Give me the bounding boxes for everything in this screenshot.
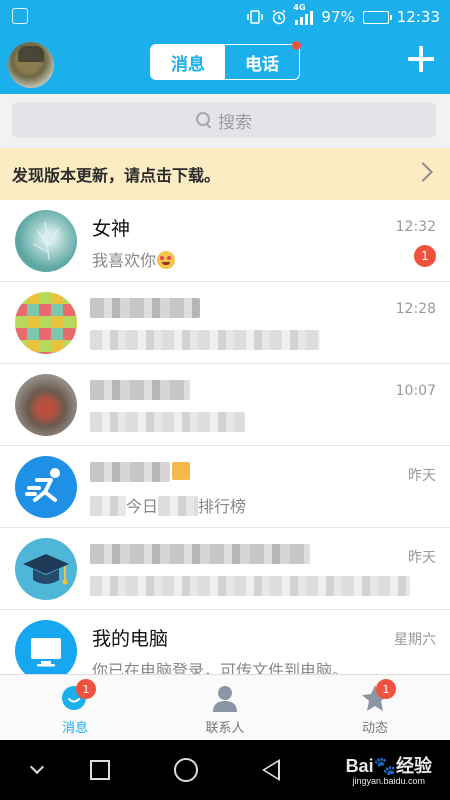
conversation-preview (90, 412, 245, 432)
graduation-cap-icon (23, 554, 69, 585)
tab-calls[interactable]: 电话 (225, 41, 301, 79)
conversation-preview: 我喜欢你 (92, 247, 176, 271)
conversation-preview (90, 330, 320, 350)
vip-icon (172, 462, 190, 480)
conversation-time: 12:28 (395, 301, 436, 317)
alarm-icon (271, 9, 287, 25)
conversation-name (90, 298, 200, 318)
conversation-name: 我的电脑 (92, 628, 169, 650)
unread-badge: 1 (414, 245, 436, 267)
plus-icon[interactable] (408, 46, 434, 72)
conversation-name (90, 544, 310, 564)
contacts-person-icon (213, 686, 237, 712)
clock: 12:33 (396, 8, 440, 26)
bottom-tab-bar: 1 消息 联系人 1 动态 (0, 674, 450, 740)
paw-icon: 🐾 (373, 756, 396, 776)
computer-monitor-icon (31, 638, 61, 667)
conversation-time: 12:32 (395, 219, 436, 235)
watermark-brand-tail: 经验 (396, 756, 432, 776)
conversation-row[interactable]: 今日 排行榜 昨天 (0, 446, 450, 528)
avatar (15, 374, 77, 436)
signal-icon: 4G (293, 3, 314, 25)
status-bar: 4G 97% 12:33 (0, 0, 450, 34)
battery-percent: 97% (321, 8, 355, 26)
conversation-list: 女神 我喜欢你 12:32 1 12:28 10:07 今日 排行榜 昨天 昨天… (0, 200, 450, 674)
segment-control: 消息 电话 (150, 41, 301, 80)
recent-apps-icon[interactable] (90, 760, 110, 780)
search-input[interactable]: 搜索 (12, 102, 436, 138)
conversation-time: 星期六 (394, 632, 436, 648)
gallery-notification-icon (12, 8, 28, 24)
app-header: 消息 电话 (0, 34, 450, 94)
tab-feed[interactable]: 1 动态 (300, 675, 450, 741)
conversation-time: 昨天 (408, 468, 436, 484)
my-avatar[interactable] (8, 42, 54, 88)
conversation-row[interactable]: 我的电脑 你已在电脑登录，可传文件到电脑。 星期六 (0, 610, 450, 674)
network-type: 4G (293, 3, 306, 12)
conversation-row[interactable]: 12:28 (0, 282, 450, 364)
preview-text: 今日 (126, 497, 159, 516)
conversation-time: 10:07 (395, 383, 436, 399)
avatar (15, 538, 77, 600)
avatar (15, 210, 77, 272)
avatar (15, 620, 77, 674)
messages-unread-badge: 1 (76, 679, 96, 699)
tab-label: 联系人 (205, 721, 245, 736)
search-placeholder: 搜索 (218, 112, 252, 133)
conversation-preview (90, 576, 410, 596)
preview-text-tail: 排行榜 (198, 497, 247, 516)
tab-messages-bottom[interactable]: 1 消息 (0, 675, 150, 741)
tab-label: 消息 (61, 721, 88, 736)
home-icon[interactable] (174, 758, 198, 782)
conversation-name (90, 462, 170, 482)
heart-eyes-emoji-icon (157, 251, 176, 269)
status-icons: 4G 97% 12:33 (247, 0, 440, 34)
watermark-url: jingyan.baidu.com (352, 776, 426, 786)
search-icon (196, 112, 212, 128)
conversation-row[interactable]: 昨天 (0, 528, 450, 610)
conversation-name: 女神 (92, 218, 131, 240)
conversation-time: 昨天 (408, 550, 436, 566)
baidu-watermark: Bai🐾经验 jingyan.baidu.com (346, 752, 432, 786)
calls-notification-dot (292, 41, 301, 50)
vibrate-icon (247, 9, 264, 25)
preview-text: 我喜欢你 (92, 251, 157, 270)
update-banner[interactable]: 发现版本更新，请点击下载。 (0, 148, 450, 200)
tab-contacts[interactable]: 联系人 (150, 675, 300, 741)
chevron-right-icon (413, 162, 433, 182)
search-area: 搜索 (0, 94, 450, 148)
feed-unread-badge: 1 (376, 679, 396, 699)
update-banner-text: 发现版本更新，请点击下载。 (12, 166, 221, 185)
tab-messages[interactable]: 消息 (151, 45, 225, 79)
runner-icon (25, 468, 60, 502)
conversation-name (90, 380, 190, 400)
tab-calls-label: 电话 (245, 54, 279, 75)
conversation-preview: 你已在电脑登录，可传文件到电脑。 (92, 661, 349, 674)
system-nav-bar: Bai🐾经验 jingyan.baidu.com (0, 740, 450, 800)
conversation-row[interactable]: 女神 我喜欢你 12:32 1 (0, 200, 450, 282)
chevron-down-icon[interactable] (29, 759, 45, 775)
tab-label: 动态 (361, 721, 388, 736)
back-icon[interactable] (262, 759, 280, 781)
battery-icon (362, 10, 392, 24)
conversation-row[interactable]: 10:07 (0, 364, 450, 446)
avatar (15, 292, 77, 354)
avatar (15, 456, 77, 518)
watermark-brand: Bai (345, 756, 374, 776)
conversation-preview: 今日 排行榜 (90, 493, 246, 517)
